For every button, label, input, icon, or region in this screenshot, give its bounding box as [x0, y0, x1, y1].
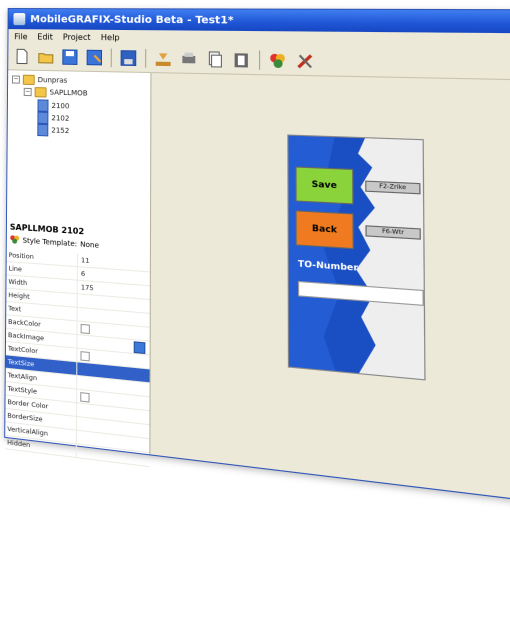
app-icon [13, 13, 26, 26]
import-icon[interactable] [153, 48, 174, 69]
tree-node-project[interactable]: − SAPLLMOB [23, 87, 88, 99]
style-template-value[interactable]: None [80, 240, 99, 250]
palette-icon [10, 235, 20, 244]
tree-node-screen-label: 2152 [51, 126, 70, 136]
left-panel: − Dunpras − SAPLLMOB 2100 2102 2152 SAPL… [5, 70, 152, 468]
tree-node-root[interactable]: − Dunpras [11, 74, 68, 86]
screen-icon [37, 99, 49, 112]
style-template-label: Style Template: [22, 236, 78, 248]
open-icon[interactable] [36, 47, 56, 68]
collapse-icon[interactable]: − [11, 75, 20, 84]
menu-edit[interactable]: Edit [37, 32, 53, 41]
tree-node-screen[interactable]: 2152 [37, 123, 70, 137]
device-screen: Save F2-Zrike Back F6-Wtr TO-Number [288, 135, 425, 380]
tree-node-screen-label: 2102 [51, 114, 70, 123]
menu-project[interactable]: Project [63, 32, 91, 41]
tree-node-root-label: Dunpras [37, 75, 68, 85]
back-button[interactable]: Back [295, 210, 354, 250]
menu-file[interactable]: File [14, 32, 27, 41]
folder-icon [22, 74, 35, 86]
menu-help[interactable]: Help [101, 32, 120, 41]
copy-icon[interactable] [204, 49, 226, 71]
tree-node-project-label: SAPLLMOB [49, 88, 88, 98]
palette-icon[interactable] [267, 49, 290, 71]
tree-node-screen[interactable]: 2102 [37, 111, 70, 125]
stage: MobileGRAFIX-Studio Beta - Test1* _ □ ✕ … [0, 0, 510, 617]
checkbox[interactable] [80, 392, 90, 403]
browse-icon[interactable] [133, 341, 146, 355]
device-preview: Save F2-Zrike Back F6-Wtr TO-Number [287, 134, 426, 381]
screen-icon [37, 111, 49, 125]
save-as-icon[interactable] [84, 47, 105, 68]
project-tree: − Dunpras − SAPLLMOB 2100 2102 2152 [7, 70, 150, 229]
save-disk-icon[interactable] [118, 48, 139, 69]
checkbox[interactable] [80, 323, 90, 335]
tree-node-screen-label: 2100 [51, 101, 70, 111]
window-reflection: MobileGRAFIX-Studio Beta - Test1* _ □ ✕ … [0, 420, 510, 617]
tools-icon[interactable] [294, 50, 317, 72]
collapse-icon[interactable]: − [23, 87, 32, 97]
paste-icon[interactable] [230, 49, 252, 71]
tree-node-screen[interactable]: 2100 [37, 99, 69, 112]
folder-icon [34, 87, 47, 98]
toolbar-separator [110, 48, 112, 68]
new-icon[interactable] [12, 46, 32, 67]
export-icon[interactable] [178, 48, 200, 69]
window-title: MobileGRAFIX-Studio Beta - Test1* [30, 13, 234, 27]
save-icon[interactable] [60, 47, 80, 68]
checkbox[interactable] [80, 351, 90, 362]
screen-icon [37, 123, 49, 137]
toolbar-separator [145, 48, 147, 68]
save-button[interactable]: Save [295, 166, 354, 205]
toolbar-separator [259, 50, 261, 70]
